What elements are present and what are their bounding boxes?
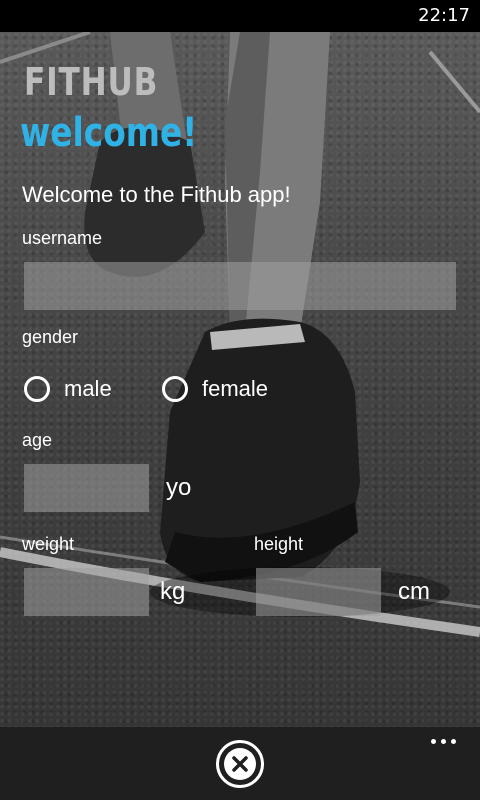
gender-radio-male[interactable]: male [24,376,112,402]
more-options-button[interactable] [427,735,460,748]
age-unit: yo [166,474,192,501]
username-label: username [22,228,103,248]
status-time: 22:17 [418,5,470,26]
app-bar [0,727,480,800]
weight-input[interactable] [24,568,149,616]
weight-label: weight [22,534,75,554]
gender-option-label: male [64,376,112,401]
radio-circle-icon [162,376,188,402]
close-icon [224,748,256,780]
gender-option-label: female [202,376,269,401]
more-icon-dot [451,739,456,744]
intro-text: Welcome to the Fithub app! [22,182,291,207]
app-title: FITHUB [24,60,159,104]
age-label: age [22,430,53,450]
status-bar: 22:17 [0,0,480,32]
height-input[interactable] [256,568,381,616]
close-button[interactable] [216,740,264,788]
height-label: height [254,534,304,554]
height-unit: cm [398,578,430,605]
age-input[interactable] [24,464,149,512]
username-input[interactable] [24,262,456,310]
radio-circle-icon [24,376,50,402]
gender-radio-female[interactable]: female [162,376,268,402]
gender-label: gender [22,327,79,347]
page-title: welcome! [20,110,198,156]
weight-unit: kg [160,578,186,605]
more-icon-dot [441,739,446,744]
more-icon-dot [431,739,436,744]
